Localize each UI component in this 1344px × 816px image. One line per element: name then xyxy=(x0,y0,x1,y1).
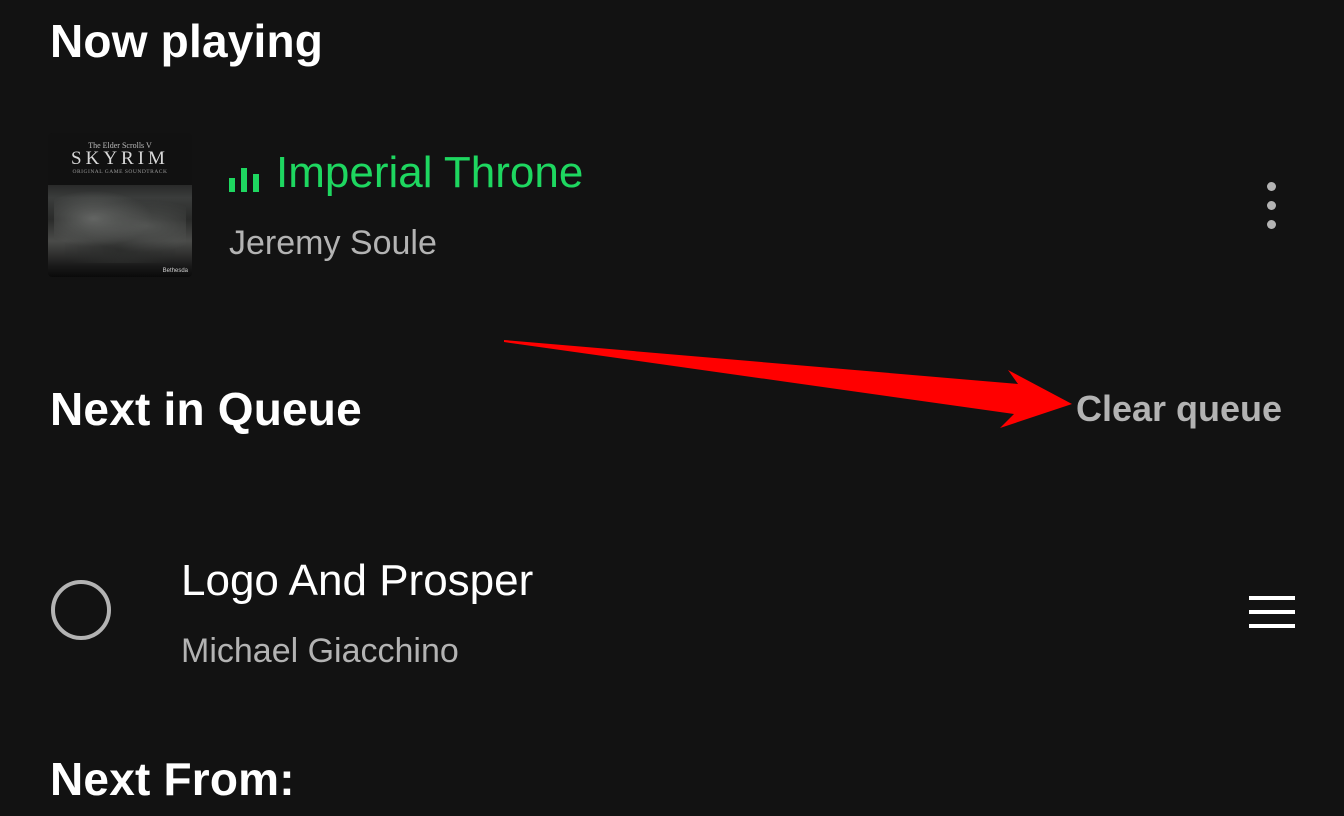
next-in-queue-title: Next in Queue xyxy=(50,383,362,435)
more-vertical-icon[interactable] xyxy=(1258,180,1286,232)
album-art-title: SKYRIM xyxy=(71,148,169,169)
next-from-title: Next From: xyxy=(50,753,295,805)
album-art-footer: Bethesda xyxy=(162,268,188,274)
album-art-scene xyxy=(54,189,186,263)
queue-item-artist[interactable]: Michael Giacchino xyxy=(181,632,459,671)
drag-handle-icon[interactable] xyxy=(1249,596,1295,630)
queue-item-title[interactable]: Logo And Prosper xyxy=(181,556,533,606)
annotation-arrow-shape xyxy=(504,340,1072,428)
now-playing-track-artist[interactable]: Jeremy Soule xyxy=(229,224,437,263)
equalizer-bars-icon xyxy=(229,166,263,192)
queue-item-select-radio[interactable] xyxy=(51,580,111,640)
now-playing-title: Now playing xyxy=(50,15,324,67)
now-playing-track-title[interactable]: Imperial Throne xyxy=(276,148,583,198)
album-art[interactable]: The Elder Scrolls V SKYRIM ORIGINAL GAME… xyxy=(48,133,192,277)
clear-queue-button[interactable]: Clear queue xyxy=(1076,388,1282,430)
album-art-subtitle: ORIGINAL GAME SOUNDTRACK xyxy=(72,169,168,175)
